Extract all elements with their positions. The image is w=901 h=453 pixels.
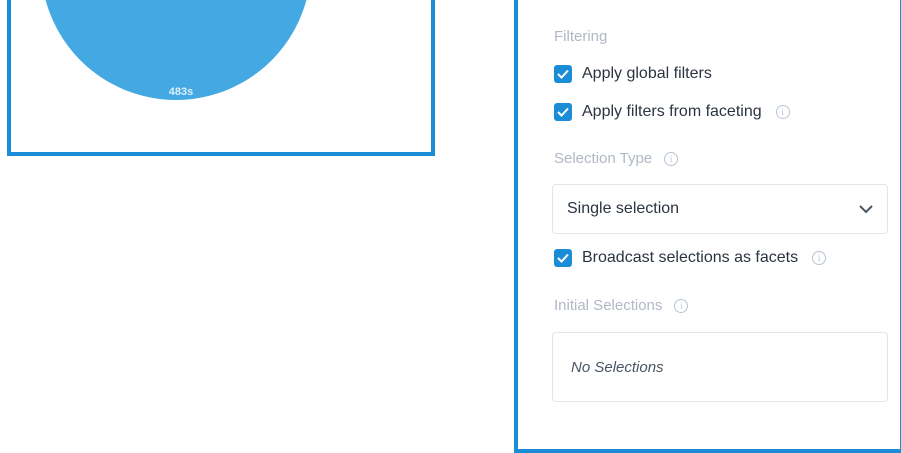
- info-icon[interactable]: i: [775, 105, 790, 119]
- broadcast-selections-row[interactable]: Broadcast selections as facets i: [554, 249, 827, 267]
- checkmark-icon: [557, 253, 569, 263]
- chevron-down-icon: [859, 204, 873, 213]
- selection-type-value: Single selection: [567, 200, 680, 217]
- initial-selections-value: No Selections: [571, 358, 664, 376]
- broadcast-selections-checkbox[interactable]: [554, 249, 572, 267]
- apply-global-filters-row[interactable]: Apply global filters: [554, 65, 712, 83]
- donut-segment-label: 483s: [168, 86, 194, 98]
- apply-global-filters-checkbox[interactable]: [554, 65, 572, 83]
- properties-panel: Filtering Apply global filters Apply fil…: [514, 0, 901, 453]
- info-icon[interactable]: i: [674, 298, 689, 313]
- broadcast-selections-label[interactable]: Broadcast selections as facets: [582, 249, 798, 267]
- apply-faceting-filters-row[interactable]: Apply filters from faceting i: [554, 103, 790, 121]
- selection-type-select[interactable]: Single selection: [552, 184, 888, 234]
- selection-type-label: Selection Type: [554, 150, 653, 167]
- donut-chart[interactable]: [41, 0, 311, 100]
- info-icon[interactable]: i: [664, 151, 679, 166]
- apply-global-filters-label[interactable]: Apply global filters: [582, 65, 712, 83]
- filtering-section-label: Filtering: [554, 28, 607, 45]
- filtering-label: Filtering: [554, 28, 608, 45]
- checkmark-icon: [557, 107, 569, 117]
- apply-faceting-filters-label[interactable]: Apply filters from faceting: [582, 103, 762, 121]
- initial-selections-section-label: Initial Selections i: [554, 297, 689, 314]
- info-icon[interactable]: i: [812, 251, 827, 265]
- selection-type-section-label: Selection Type i: [554, 150, 679, 167]
- initial-selections-box[interactable]: No Selections: [552, 332, 888, 402]
- chart-widget[interactable]: 483s: [7, 0, 435, 156]
- initial-selections-label: Initial Selections: [554, 297, 663, 314]
- checkmark-icon: [557, 69, 569, 79]
- apply-faceting-filters-checkbox[interactable]: [554, 103, 572, 121]
